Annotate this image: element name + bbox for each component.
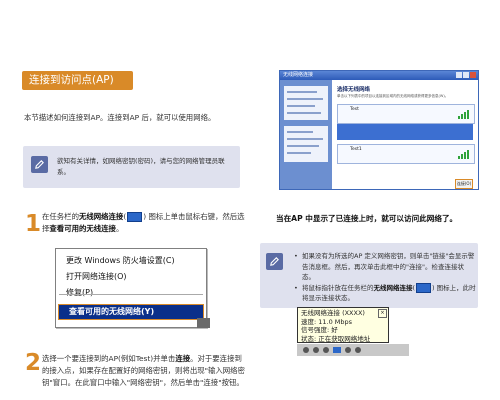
pencil-icon [31, 156, 48, 173]
minimize-icon[interactable] [456, 72, 462, 78]
signal-icon [458, 150, 469, 159]
connect-button[interactable]: 连接(O) [455, 179, 473, 189]
tray-icon[interactable] [303, 347, 309, 353]
tray-icon[interactable] [345, 347, 351, 353]
wireless-tray-icon [127, 212, 143, 222]
network-name: Test [350, 107, 359, 112]
step-1-text: 在任务栏的无线网络连接() 图标上单击鼠标右键，然后选择查看可用的无线连接。 [42, 212, 245, 233]
note-box: 欲知有关详情，如网络密钥(密码)，请与您的网络管理员联系。 [23, 146, 240, 188]
step-1-prefix: 在任务栏的 [42, 212, 79, 221]
step-2-prefix: 选择一个要连接到的AP(例如Test)并单击 [42, 354, 176, 363]
tooltip-line: 信号强度: 好 [301, 326, 338, 334]
menu-item-view-networks-label: 查看可用的无线网络(Y) [69, 307, 155, 316]
tooltip-line: 无线网络连接 (XXXX) [301, 309, 365, 317]
network-tasks-panel [284, 86, 328, 120]
tooltip-line: 状态: 正在获取网络地址 [301, 334, 371, 343]
maximize-icon[interactable] [463, 72, 469, 78]
menu-item-firewall[interactable]: 更改 Windows 防火墙设置(C) [66, 255, 175, 266]
network-name: Test1 [350, 147, 362, 152]
menu-divider [59, 294, 203, 295]
signal-icon [458, 110, 469, 119]
note-box: 如果没有为所选的AP 定义网络密钥，则单击"链接"会显示警告消息框。然后，再次单… [260, 243, 478, 308]
taskbar-fragment [197, 318, 210, 328]
network-row[interactable]: Test1 [337, 144, 475, 164]
menu-item-repair[interactable]: 修复(P) [66, 287, 93, 298]
taskbar-tray [297, 344, 409, 356]
choose-network-heading: 选择无线网络 [337, 87, 371, 93]
intro-text: 本节描述如何连接到AP。连接到AP 后，就可以使用网络。 [24, 113, 216, 122]
task-sidebar [280, 80, 332, 189]
tray-icon[interactable] [323, 347, 329, 353]
step-number: 1 [25, 211, 42, 237]
wireless-tray-icon[interactable] [333, 347, 341, 353]
section-title: 连接到访问点(AP) [22, 71, 133, 90]
network-row-selected[interactable] [337, 124, 473, 140]
bullet-1: 如果没有为所选的AP 定义网络密钥，则单击"链接"会显示警告消息框。然后，再次单… [294, 251, 476, 283]
context-menu: 更改 Windows 防火墙设置(C) 打开网络连接(O) 修复(P) 查看可用… [55, 248, 207, 328]
network-list-area: 选择无线网络 单击以下列表中的项目以连接到区域内的无线网络或获得更多信息(W)。… [333, 80, 478, 189]
bullet-2-prefix: 将鼠标指针放在任务栏的 [302, 283, 374, 292]
wireless-tray-icon [416, 282, 432, 293]
step-1-bold-2: 查看可用的无线连接 [49, 224, 116, 233]
note-text: 如果没有为所选的AP 定义网络密钥，则单击"链接"会显示警告消息框。然后，再次单… [294, 251, 476, 304]
choose-network-subtitle: 单击以下列表中的项目以连接到区域内的无线网络或获得更多信息(W)。 [337, 94, 449, 98]
tray-icon[interactable] [355, 347, 361, 353]
tip-title: 当在AP 中显示了已连接上时，就可以访问此网络了。 [276, 214, 458, 223]
wireless-network-window: 无线网络连接 选择无线网络 单击以下列表中的项目以连接到区域内的无线网络或获得更… [279, 70, 479, 190]
note-text: 欲知有关详情，如网络密钥(密码)，请与您的网络管理员联系。 [57, 157, 225, 176]
tray-icon[interactable] [313, 347, 319, 353]
network-row[interactable]: Test [337, 104, 475, 124]
connection-tooltip: 无线网络连接 (XXXX) 速度: 11.0 Mbps 信号强度: 好 状态: … [297, 307, 389, 343]
pencil-icon [266, 253, 283, 270]
step-2-text: 选择一个要连接到的AP(例如Test)并单击连接。对于要连接到的接入点，如果存在… [42, 353, 247, 389]
step-1-bold-1: 无线网络连接 [78, 212, 124, 221]
step-number: 2 [25, 350, 42, 376]
close-icon[interactable] [470, 72, 476, 78]
menu-item-open-connections[interactable]: 打开网络连接(O) [66, 271, 127, 282]
close-icon[interactable]: × [378, 309, 387, 318]
bullet-2: 将鼠标指针放在任务栏的无线网络连接() 图标上，此时将显示连接状态。 [294, 282, 476, 304]
tooltip-line: 速度: 11.0 Mbps [301, 317, 353, 326]
related-tasks-panel [284, 126, 328, 162]
step-1-suffix: 。 [115, 224, 124, 233]
bullet-2-bold: 无线网络连接 [373, 283, 413, 292]
step-2-bold-1: 连接 [175, 354, 191, 363]
window-title: 无线网络连接 [280, 71, 478, 80]
menu-item-view-networks[interactable]: 查看可用的无线网络(Y) [58, 304, 204, 320]
